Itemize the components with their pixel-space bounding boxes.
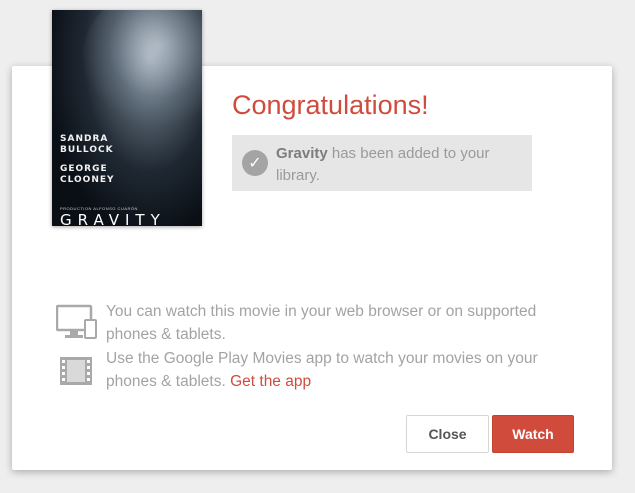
poster-actor2-last: CLOONEY <box>60 175 115 185</box>
movie-poster: SANDRA BULLOCK GEORGE CLOONEY PRODUCTION… <box>52 10 202 226</box>
poster-actor1-last: BULLOCK <box>60 145 114 155</box>
added-notice: ✓ Gravity has been added to your library… <box>232 135 532 191</box>
close-button[interactable]: Close <box>406 415 489 453</box>
poster-actor2-first: GEORGE <box>60 164 108 174</box>
monitor-phone-icon <box>55 304 98 345</box>
poster-title: GRAVITY <box>60 211 166 226</box>
info-app-text: Use the Google Play Movies app to watch … <box>106 347 576 393</box>
info-app-copy: Use the Google Play Movies app to watch … <box>106 350 538 390</box>
added-notice-text: Gravity has been added to your library. <box>276 143 516 187</box>
get-the-app-link[interactable]: Get the app <box>230 373 311 390</box>
poster-cast: SANDRA BULLOCK GEORGE CLOONEY <box>60 134 115 186</box>
added-movie-title: Gravity <box>276 145 328 162</box>
info-browser-text: You can watch this movie in your web bro… <box>106 303 537 343</box>
check-circle-icon: ✓ <box>242 150 268 176</box>
poster-artwork <box>82 10 202 130</box>
film-strip-icon <box>56 351 98 392</box>
dialog-heading: Congratulations! <box>232 90 429 120</box>
watch-button[interactable]: Watch <box>492 415 574 453</box>
poster-actor1-first: SANDRA <box>60 134 109 144</box>
